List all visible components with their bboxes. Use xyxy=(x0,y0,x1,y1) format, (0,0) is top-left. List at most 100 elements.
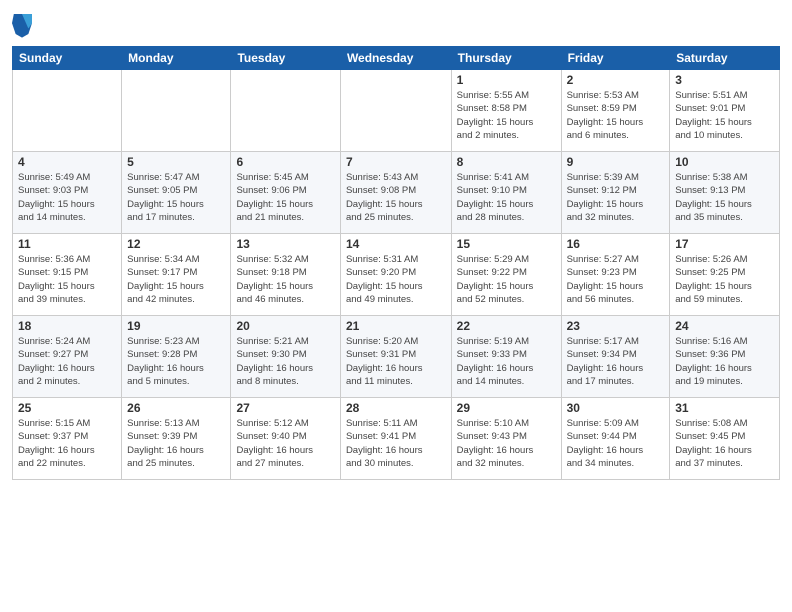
weekday-header-row: SundayMondayTuesdayWednesdayThursdayFrid… xyxy=(13,47,780,70)
calendar-cell: 21 Sunrise: 5:20 AM Sunset: 9:31 PM Dayli… xyxy=(340,316,451,398)
day-number: 13 xyxy=(236,237,334,251)
calendar-cell: 9 Sunrise: 5:39 AM Sunset: 9:12 PM Daylig… xyxy=(561,152,670,234)
day-info: Sunrise: 5:16 AM Sunset: 9:36 PM Dayligh… xyxy=(675,335,774,388)
calendar-cell: 2 Sunrise: 5:53 AM Sunset: 8:59 PM Daylig… xyxy=(561,70,670,152)
calendar-cell: 30 Sunrise: 5:09 AM Sunset: 9:44 PM Dayli… xyxy=(561,398,670,480)
day-info: Sunrise: 5:38 AM Sunset: 9:13 PM Dayligh… xyxy=(675,171,774,224)
day-number: 30 xyxy=(567,401,665,415)
weekday-header-wednesday: Wednesday xyxy=(340,47,451,70)
day-number: 16 xyxy=(567,237,665,251)
day-number: 11 xyxy=(18,237,116,251)
day-info: Sunrise: 5:15 AM Sunset: 9:37 PM Dayligh… xyxy=(18,417,116,470)
calendar-cell xyxy=(13,70,122,152)
calendar-cell: 11 Sunrise: 5:36 AM Sunset: 9:15 PM Dayli… xyxy=(13,234,122,316)
weekday-header-tuesday: Tuesday xyxy=(231,47,340,70)
calendar-cell: 8 Sunrise: 5:41 AM Sunset: 9:10 PM Daylig… xyxy=(451,152,561,234)
day-number: 15 xyxy=(457,237,556,251)
calendar-cell: 24 Sunrise: 5:16 AM Sunset: 9:36 PM Dayli… xyxy=(670,316,780,398)
calendar-cell: 14Sunrise: 5:31 AM Sunset: 9:20 PM Dayli… xyxy=(340,234,451,316)
day-info: Sunrise: 5:09 AM Sunset: 9:44 PM Dayligh… xyxy=(567,417,665,470)
day-number: 8 xyxy=(457,155,556,169)
day-number: 18 xyxy=(18,319,116,333)
day-info: Sunrise: 5:13 AM Sunset: 9:39 PM Dayligh… xyxy=(127,417,225,470)
page: SundayMondayTuesdayWednesdayThursdayFrid… xyxy=(0,0,792,612)
calendar-cell: 6Sunrise: 5:45 AM Sunset: 9:06 PM Daylig… xyxy=(231,152,340,234)
day-info: Sunrise: 5:43 AM Sunset: 9:08 PM Dayligh… xyxy=(346,171,446,224)
day-number: 6 xyxy=(236,155,334,169)
day-info: Sunrise: 5:34 AM Sunset: 9:17 PM Dayligh… xyxy=(127,253,225,306)
day-info: Sunrise: 5:29 AM Sunset: 9:22 PM Dayligh… xyxy=(457,253,556,306)
day-number: 27 xyxy=(236,401,334,415)
calendar-week-5: 25 Sunrise: 5:15 AM Sunset: 9:37 PM Dayli… xyxy=(13,398,780,480)
calendar-cell: 12Sunrise: 5:34 AM Sunset: 9:17 PM Dayli… xyxy=(122,234,231,316)
day-number: 19 xyxy=(127,319,225,333)
day-info: Sunrise: 5:39 AM Sunset: 9:12 PM Dayligh… xyxy=(567,171,665,224)
day-info: Sunrise: 5:11 AM Sunset: 9:41 PM Dayligh… xyxy=(346,417,446,470)
day-number: 10 xyxy=(675,155,774,169)
day-info: Sunrise: 5:32 AM Sunset: 9:18 PM Dayligh… xyxy=(236,253,334,306)
calendar-cell: 19 Sunrise: 5:23 AM Sunset: 9:28 PM Dayli… xyxy=(122,316,231,398)
day-number: 3 xyxy=(675,73,774,87)
calendar-cell: 16 Sunrise: 5:27 AM Sunset: 9:23 PM Dayli… xyxy=(561,234,670,316)
weekday-header-friday: Friday xyxy=(561,47,670,70)
calendar-cell xyxy=(122,70,231,152)
day-info: Sunrise: 5:55 AM Sunset: 8:58 PM Dayligh… xyxy=(457,89,556,142)
day-info: Sunrise: 5:36 AM Sunset: 9:15 PM Dayligh… xyxy=(18,253,116,306)
calendar-cell: 23 Sunrise: 5:17 AM Sunset: 9:34 PM Dayli… xyxy=(561,316,670,398)
calendar-cell: 31 Sunrise: 5:08 AM Sunset: 9:45 PM Dayli… xyxy=(670,398,780,480)
day-info: Sunrise: 5:49 AM Sunset: 9:03 PM Dayligh… xyxy=(18,171,116,224)
calendar-week-4: 18 Sunrise: 5:24 AM Sunset: 9:27 PM Dayli… xyxy=(13,316,780,398)
calendar: SundayMondayTuesdayWednesdayThursdayFrid… xyxy=(12,46,780,480)
day-info: Sunrise: 5:47 AM Sunset: 9:05 PM Dayligh… xyxy=(127,171,225,224)
day-info: Sunrise: 5:24 AM Sunset: 9:27 PM Dayligh… xyxy=(18,335,116,388)
day-number: 24 xyxy=(675,319,774,333)
calendar-week-2: 4 Sunrise: 5:49 AM Sunset: 9:03 PM Daylig… xyxy=(13,152,780,234)
calendar-cell: 5Sunrise: 5:47 AM Sunset: 9:05 PM Daylig… xyxy=(122,152,231,234)
logo xyxy=(12,10,36,38)
weekday-header-saturday: Saturday xyxy=(670,47,780,70)
day-info: Sunrise: 5:27 AM Sunset: 9:23 PM Dayligh… xyxy=(567,253,665,306)
day-number: 26 xyxy=(127,401,225,415)
calendar-cell: 20 Sunrise: 5:21 AM Sunset: 9:30 PM Dayli… xyxy=(231,316,340,398)
calendar-cell: 26 Sunrise: 5:13 AM Sunset: 9:39 PM Dayli… xyxy=(122,398,231,480)
day-number: 4 xyxy=(18,155,116,169)
day-info: Sunrise: 5:10 AM Sunset: 9:43 PM Dayligh… xyxy=(457,417,556,470)
logo-icon xyxy=(12,10,32,38)
day-info: Sunrise: 5:51 AM Sunset: 9:01 PM Dayligh… xyxy=(675,89,774,142)
calendar-cell: 27 Sunrise: 5:12 AM Sunset: 9:40 PM Dayli… xyxy=(231,398,340,480)
day-info: Sunrise: 5:23 AM Sunset: 9:28 PM Dayligh… xyxy=(127,335,225,388)
day-number: 28 xyxy=(346,401,446,415)
weekday-header-monday: Monday xyxy=(122,47,231,70)
day-info: Sunrise: 5:12 AM Sunset: 9:40 PM Dayligh… xyxy=(236,417,334,470)
calendar-cell: 3 Sunrise: 5:51 AM Sunset: 9:01 PM Daylig… xyxy=(670,70,780,152)
day-number: 20 xyxy=(236,319,334,333)
day-number: 1 xyxy=(457,73,556,87)
calendar-cell: 1 Sunrise: 5:55 AM Sunset: 8:58 PM Daylig… xyxy=(451,70,561,152)
calendar-cell: 10 Sunrise: 5:38 AM Sunset: 9:13 PM Dayli… xyxy=(670,152,780,234)
calendar-cell: 18 Sunrise: 5:24 AM Sunset: 9:27 PM Dayli… xyxy=(13,316,122,398)
day-info: Sunrise: 5:41 AM Sunset: 9:10 PM Dayligh… xyxy=(457,171,556,224)
day-number: 9 xyxy=(567,155,665,169)
day-number: 25 xyxy=(18,401,116,415)
calendar-cell xyxy=(231,70,340,152)
calendar-cell: 15 Sunrise: 5:29 AM Sunset: 9:22 PM Dayli… xyxy=(451,234,561,316)
day-info: Sunrise: 5:20 AM Sunset: 9:31 PM Dayligh… xyxy=(346,335,446,388)
day-info: Sunrise: 5:21 AM Sunset: 9:30 PM Dayligh… xyxy=(236,335,334,388)
day-number: 17 xyxy=(675,237,774,251)
day-number: 31 xyxy=(675,401,774,415)
day-info: Sunrise: 5:17 AM Sunset: 9:34 PM Dayligh… xyxy=(567,335,665,388)
calendar-cell xyxy=(340,70,451,152)
day-number: 21 xyxy=(346,319,446,333)
calendar-cell: 25 Sunrise: 5:15 AM Sunset: 9:37 PM Dayli… xyxy=(13,398,122,480)
calendar-week-1: 1 Sunrise: 5:55 AM Sunset: 8:58 PM Daylig… xyxy=(13,70,780,152)
day-number: 23 xyxy=(567,319,665,333)
weekday-header-thursday: Thursday xyxy=(451,47,561,70)
calendar-cell: 7Sunrise: 5:43 AM Sunset: 9:08 PM Daylig… xyxy=(340,152,451,234)
calendar-cell: 4 Sunrise: 5:49 AM Sunset: 9:03 PM Daylig… xyxy=(13,152,122,234)
calendar-cell: 29Sunrise: 5:10 AM Sunset: 9:43 PM Dayli… xyxy=(451,398,561,480)
day-info: Sunrise: 5:08 AM Sunset: 9:45 PM Dayligh… xyxy=(675,417,774,470)
day-info: Sunrise: 5:53 AM Sunset: 8:59 PM Dayligh… xyxy=(567,89,665,142)
day-number: 2 xyxy=(567,73,665,87)
calendar-cell: 17Sunrise: 5:26 AM Sunset: 9:25 PM Dayli… xyxy=(670,234,780,316)
calendar-cell: 22Sunrise: 5:19 AM Sunset: 9:33 PM Dayli… xyxy=(451,316,561,398)
